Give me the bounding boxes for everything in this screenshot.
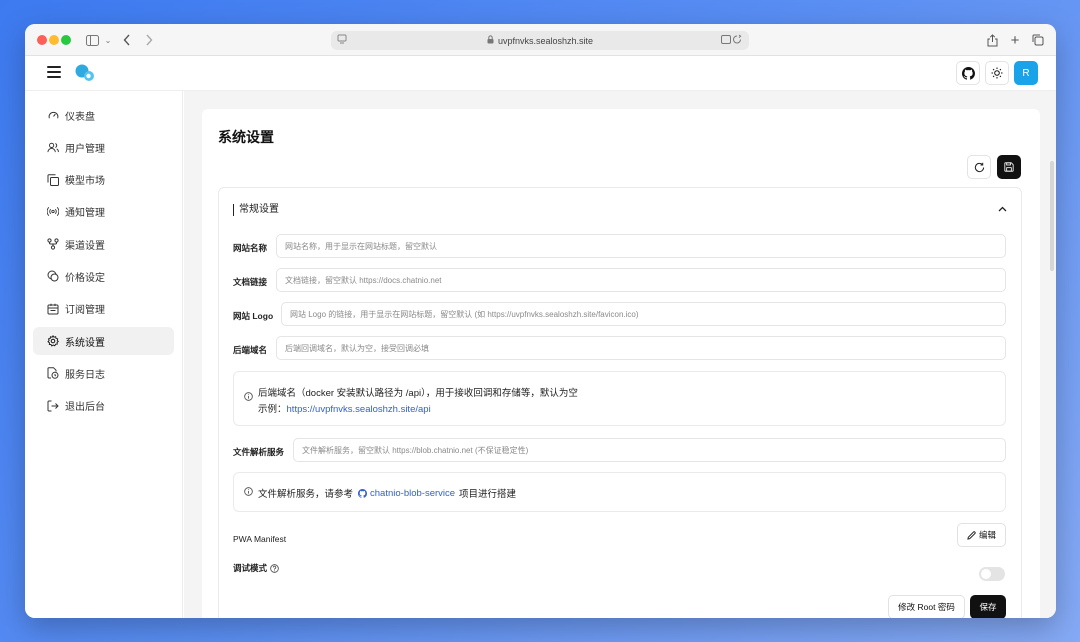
coins-icon (47, 270, 59, 282)
sidebar: 仪表盘 用户管理 模型市场 通知管理 渠道设置 价格设定 订阅管理 系统设置 服… (25, 91, 183, 618)
logout-icon (47, 400, 59, 412)
tabs-overview-icon[interactable] (1029, 31, 1047, 49)
sidebar-item-label: 退出后台 (65, 402, 105, 414)
section-title: 常规设置 (233, 204, 279, 216)
sidebar-item-label: 服务日志 (65, 369, 105, 381)
save-icon-button[interactable] (997, 155, 1021, 179)
general-settings-section: 常规设置 网站名称 文档链接 网站 Logo 后端域名 后端域名（docker … (218, 187, 1022, 618)
minimize-window-button[interactable] (49, 35, 59, 45)
chevron-down-icon[interactable]: ⌄ (99, 31, 117, 49)
debug-mode-toggle[interactable] (979, 567, 1005, 581)
sidebar-item-label: 通知管理 (65, 208, 105, 220)
copy-icon (47, 173, 59, 186)
file-clock-icon (47, 367, 59, 380)
sidebar-item-users[interactable]: 用户管理 (33, 133, 174, 161)
github-icon (358, 488, 368, 498)
sidebar-item-pricing[interactable]: 价格设定 (33, 262, 174, 290)
browser-toolbar: ⌄ uvpfnvks.sealoshzh.site + (25, 24, 1056, 56)
file-notice-suffix: 项目进行搭建 (459, 489, 517, 500)
calendar-icon (47, 303, 59, 315)
sidebar-item-notifications[interactable]: 通知管理 (33, 198, 174, 226)
sidebar-item-channels[interactable]: 渠道设置 (33, 230, 174, 258)
backend-example-link[interactable]: https://uvpfnvks.sealoshzh.site/api (287, 404, 431, 415)
info-icon (244, 487, 253, 498)
sidebar-item-dashboard[interactable]: 仪表盘 (33, 101, 174, 129)
pencil-icon (967, 530, 976, 540)
close-window-button[interactable] (37, 35, 47, 45)
info-icon (244, 392, 253, 403)
app-header: R (25, 56, 1056, 91)
main-content: 系统设置 常规设置 网站名称 文档链接 网站 Logo 后端域名 (184, 91, 1056, 618)
sidebar-item-label: 用户管理 (65, 143, 105, 155)
toggle-knob (981, 569, 991, 579)
sidebar-item-label: 订阅管理 (65, 305, 105, 317)
sidebar-item-settings[interactable]: 系统设置 (33, 327, 174, 356)
back-icon[interactable] (118, 31, 136, 49)
edit-button-label: 编辑 (978, 530, 996, 540)
file-service-input[interactable] (293, 438, 1006, 462)
save-button[interactable]: 保存 (970, 595, 1006, 618)
lock-icon (487, 35, 494, 46)
github-icon[interactable] (956, 61, 980, 85)
url-text: uvpfnvks.sealoshzh.site (497, 35, 594, 46)
sidebar-item-label: 价格设定 (65, 272, 105, 284)
app-logo[interactable] (74, 64, 96, 82)
save-icon (1004, 162, 1014, 172)
users-icon (47, 141, 59, 153)
radio-icon (47, 206, 59, 218)
settings-card: 系统设置 常规设置 网站名称 文档链接 网站 Logo 后端域名 (202, 109, 1040, 618)
site-logo-label: 网站 Logo (233, 311, 274, 321)
avatar[interactable]: R (1014, 61, 1038, 85)
sidebar-item-label: 仪表盘 (65, 111, 95, 123)
backend-notice-line1: 后端域名（docker 安装默认路径为 /api），用于接收回调和存储等，默认为… (258, 388, 578, 399)
change-root-password-button[interactable]: 修改 Root 密码 (888, 595, 965, 618)
share-icon (47, 238, 59, 250)
sidebar-item-subscriptions[interactable]: 订阅管理 (33, 295, 174, 323)
edit-pwa-button[interactable]: 编辑 (957, 523, 1006, 547)
file-service-label: 文件解析服务 (233, 447, 285, 457)
browser-window: ⌄ uvpfnvks.sealoshzh.site + R 仪表盘 用户管理 模… (25, 24, 1056, 618)
sun-icon[interactable] (985, 61, 1009, 85)
page-icon (337, 34, 347, 47)
backend-domain-notice: 后端域名（docker 安装默认路径为 /api），用于接收回调和存储等，默认为… (233, 371, 1006, 426)
debug-mode-label: 调试模式 (233, 563, 268, 573)
debug-mode-label-wrap: 调试模式 (233, 562, 279, 574)
scrollbar[interactable] (1050, 161, 1054, 271)
sidebar-item-models[interactable]: 模型市场 (33, 166, 174, 194)
forward-icon[interactable] (140, 31, 158, 49)
page-title: 系统设置 (218, 129, 274, 145)
refresh-icon (974, 162, 984, 172)
site-name-input[interactable] (276, 234, 1006, 258)
gauge-icon (47, 109, 59, 121)
sidebar-item-logs[interactable]: 服务日志 (33, 359, 174, 387)
backend-domain-input[interactable] (276, 336, 1006, 360)
new-tab-icon[interactable]: + (1006, 31, 1024, 49)
sidebar-item-label: 系统设置 (65, 337, 105, 349)
blob-service-link[interactable]: chatnio-blob-service (370, 488, 455, 499)
backend-domain-label: 后端域名 (233, 345, 268, 355)
site-name-label: 网站名称 (233, 243, 268, 253)
translate-reload-icon[interactable] (721, 34, 743, 47)
pwa-manifest-label: PWA Manifest (233, 534, 287, 544)
share-icon[interactable] (983, 31, 1001, 49)
file-notice-prefix: 文件解析服务，请参考 (258, 489, 354, 500)
chevron-up-icon[interactable] (998, 204, 1007, 215)
docs-link-label: 文档链接 (233, 277, 268, 287)
file-service-notice: 文件解析服务，请参考 chatnio-blob-service 项目进行搭建 (233, 472, 1006, 512)
backend-notice-prefix: 示例： (258, 404, 287, 415)
site-logo-input[interactable] (281, 302, 1006, 326)
help-icon[interactable] (270, 563, 279, 573)
sidebar-item-label: 模型市场 (65, 176, 105, 188)
sidebar-item-label: 渠道设置 (65, 240, 105, 252)
docs-link-input[interactable] (276, 268, 1006, 292)
sidebar-item-logout[interactable]: 退出后台 (33, 392, 174, 420)
refresh-button[interactable] (967, 155, 991, 179)
settings-icon (47, 335, 59, 347)
address-bar[interactable]: uvpfnvks.sealoshzh.site (331, 31, 749, 50)
menu-icon[interactable] (47, 66, 61, 78)
maximize-window-button[interactable] (61, 35, 71, 45)
